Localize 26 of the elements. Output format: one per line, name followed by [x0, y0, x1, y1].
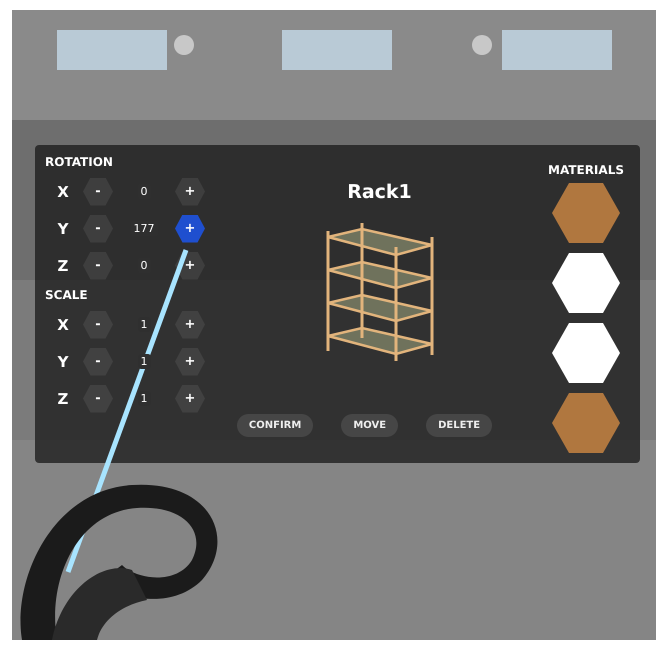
increase-button[interactable]: +	[175, 348, 205, 376]
axis-label: Y	[56, 352, 70, 370]
decrease-button[interactable]: -	[83, 252, 113, 280]
decrease-button[interactable]: -	[83, 310, 113, 338]
value-text: 1	[138, 354, 150, 369]
increase-button[interactable]: +	[175, 214, 205, 242]
axis-label: Y	[56, 220, 70, 238]
increase-button[interactable]: +	[175, 310, 205, 338]
decrease-button[interactable]: -	[83, 214, 113, 242]
action-button[interactable]: DELETE	[426, 414, 492, 437]
action-button[interactable]: CONFIRM	[236, 414, 314, 437]
section-title: SCALE	[44, 288, 89, 304]
increase-button[interactable]: +	[175, 252, 205, 280]
axis-label: X	[56, 182, 70, 200]
decrease-button[interactable]: -	[83, 348, 113, 376]
increase-button[interactable]: +	[175, 178, 205, 206]
axis-label: Z	[56, 256, 70, 274]
increase-button[interactable]: +	[175, 384, 205, 412]
decrease-button[interactable]: -	[83, 384, 113, 412]
axis-label: X	[56, 316, 70, 334]
section-title: MATERIALS	[548, 162, 624, 179]
object-title: Rack1	[347, 181, 412, 203]
action-button[interactable]: MOVE	[341, 414, 398, 437]
axis-label: Z	[56, 390, 70, 408]
decrease-button[interactable]: -	[83, 178, 113, 206]
section-title: ROTATION	[44, 155, 114, 171]
